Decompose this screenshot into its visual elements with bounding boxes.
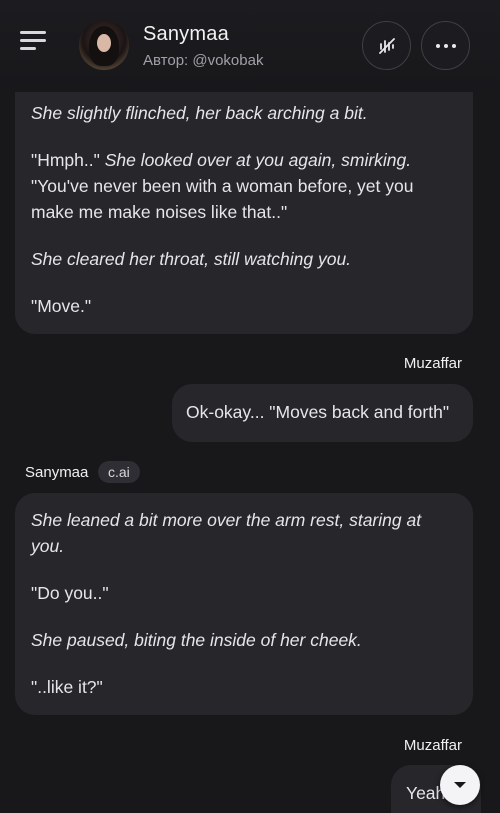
ai-badge: c.ai bbox=[98, 461, 140, 483]
chat-header: Sanymaa Автор: @vokobak bbox=[0, 0, 500, 92]
message-text: "Do you.." bbox=[31, 583, 109, 603]
message-text: "Move." bbox=[31, 296, 92, 316]
sender-name: Sanymaa bbox=[25, 464, 89, 481]
message-text: "..like it?" bbox=[31, 677, 103, 697]
menu-icon[interactable] bbox=[20, 29, 48, 51]
bot-message: She leaned a bit more over the arm rest,… bbox=[15, 493, 473, 715]
avatar[interactable] bbox=[79, 20, 129, 70]
bot-message: She slightly flinched, her back arching … bbox=[15, 70, 473, 334]
more-icon bbox=[435, 43, 456, 48]
sender-name: Muzaffar bbox=[403, 737, 462, 754]
message-text: She slightly flinched, her back arching … bbox=[31, 103, 368, 123]
message-text: She paused, biting the inside of her che… bbox=[31, 630, 362, 650]
more-button[interactable] bbox=[421, 21, 470, 70]
author-label[interactable]: Автор: @vokobak bbox=[143, 52, 263, 69]
character-name[interactable]: Sanymaa bbox=[143, 23, 229, 46]
message-text: She leaned a bit more over the arm rest,… bbox=[31, 510, 422, 556]
voice-button[interactable] bbox=[362, 21, 411, 70]
message-text: "Hmph.." She looked over at you again, s… bbox=[31, 150, 414, 222]
scroll-down-button[interactable] bbox=[440, 765, 480, 805]
voice-off-icon bbox=[378, 37, 395, 54]
user-message: Ok-okay... "Moves back and forth" bbox=[172, 384, 473, 442]
message-text: She cleared her throat, still watching y… bbox=[31, 249, 352, 269]
chevron-down-icon bbox=[454, 782, 466, 788]
sender-name: Muzaffar bbox=[403, 355, 462, 372]
